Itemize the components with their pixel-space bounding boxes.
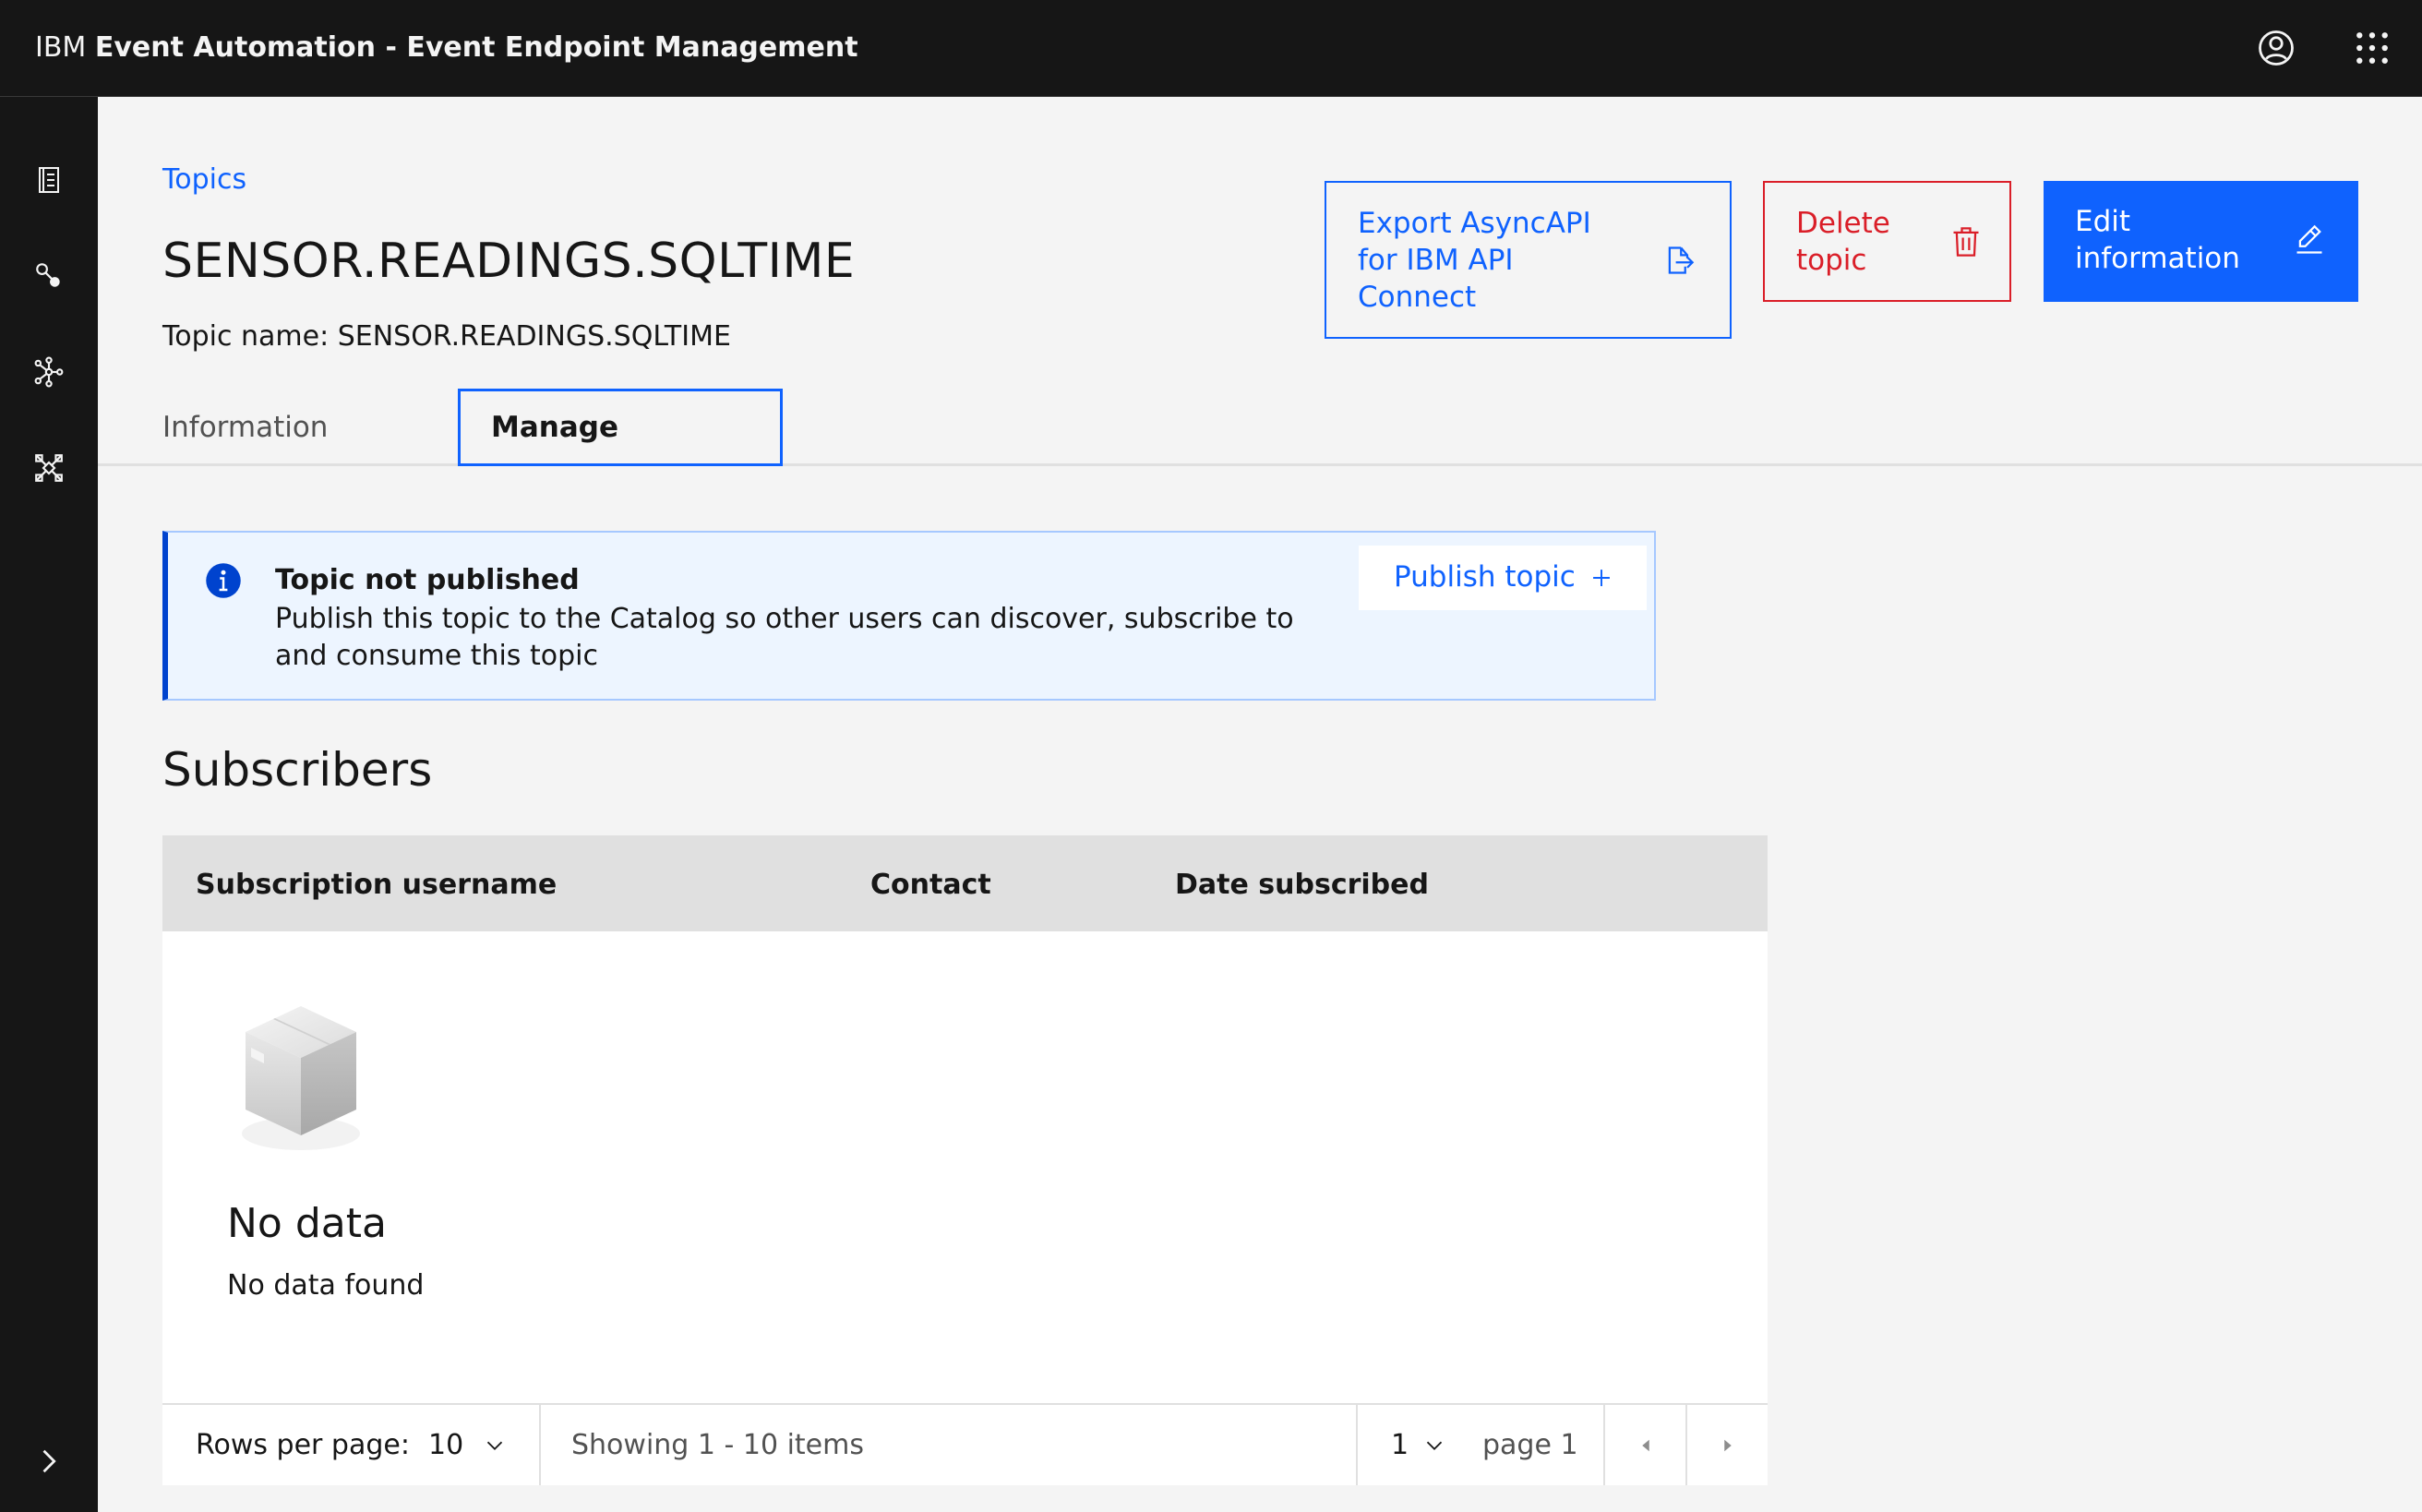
publish-topic-button[interactable]: Publish topic [1359,546,1647,610]
user-avatar-icon [2259,30,2294,66]
catalog-icon [39,167,59,193]
rows-per-page-select[interactable]: 10 [428,1405,506,1485]
pagination-divider [1356,1405,1358,1485]
export-icon [1668,246,1695,274]
next-page-button[interactable] [1687,1405,1768,1485]
tab-manage[interactable]: Manage [458,389,783,466]
previous-page-button[interactable] [1605,1405,1685,1485]
column-header-date-subscribed[interactable]: Date subscribed [1175,869,1429,901]
chevron-right-icon [42,1449,56,1473]
tab-information[interactable]: Information [162,389,328,466]
topics-icon [36,263,60,287]
sidenav-expand-button[interactable] [31,1445,65,1482]
delete-topic-button[interactable]: Delete topic [1763,181,2011,302]
table-header: Subscription username Contact Date subsc… [162,835,1768,931]
rows-per-page-label: Rows per page: [196,1429,410,1461]
app-switcher-icon [2356,32,2388,64]
controls-icon [35,454,63,482]
caret-left-icon [1641,1439,1649,1451]
publish-topic-label: Publish topic [1394,560,1576,594]
page-title: SENSOR.READINGS.SQLTIME [162,234,856,289]
empty-state-title: No data [227,1200,387,1247]
plus-icon [1593,570,1610,586]
page-number-value: 1 [1391,1429,1409,1461]
items-range-text: Showing 1 - 10 items [571,1429,864,1461]
page-label: page 1 [1482,1429,1578,1461]
edit-pencil-icon [2296,224,2322,254]
pagination: Rows per page: 10 Showing 1 - 10 items 1… [162,1403,1768,1485]
sidenav-item-controls[interactable] [25,444,73,492]
user-avatar-button[interactable] [2252,24,2300,72]
trash-icon [1953,227,1979,257]
sidenav-item-topics[interactable] [25,252,73,300]
export-asyncapi-label: Export AsyncAPI for IBM API Connect [1358,207,1591,314]
gateways-icon [34,356,64,388]
chevron-down-icon [1426,1441,1443,1450]
column-header-username[interactable]: Subscription username [196,869,557,901]
breadcrumb-topics[interactable]: Topics [162,163,246,196]
page-number-select[interactable]: 1 [1391,1405,1445,1485]
export-asyncapi-button[interactable]: Export AsyncAPI for IBM API Connect [1325,181,1732,339]
sidenav-item-catalog[interactable] [25,156,73,204]
side-nav [0,97,98,1512]
topic-tabs: Information Manage [98,381,2422,466]
pagination-divider [539,1405,541,1485]
rows-per-page-value: 10 [428,1429,464,1461]
product-name[interactable]: IBM Event Automation - Event Endpoint Ma… [35,31,858,64]
column-header-contact[interactable]: Contact [870,869,991,901]
caret-right-icon [1723,1439,1732,1451]
empty-state-text: No data found [227,1269,425,1302]
topic-not-published-notification: Topic not published Publish this topic t… [162,531,1656,701]
edit-information-label: Edit information [2075,205,2240,275]
subscribers-heading: Subscribers [162,743,433,797]
empty-box-icon [242,1006,360,1150]
delete-topic-label: Delete topic [1796,207,1890,277]
info-icon [206,563,241,598]
subscribers-table: Subscription username Contact Date subsc… [162,835,1768,1485]
notification-title: Topic not published [275,564,580,596]
chevron-down-icon [487,1441,503,1450]
brand-name: Event Automation - Event Endpoint Manage… [94,31,858,64]
app-switcher-button[interactable] [2348,24,2396,72]
topic-name-label: Topic name: SENSOR.READINGS.SQLTIME [162,320,731,353]
notification-body: Publish this topic to the Catalog so oth… [275,603,1294,672]
main-content: Topics SENSOR.READINGS.SQLTIME Topic nam… [98,97,2422,1512]
top-header: IBM Event Automation - Event Endpoint Ma… [0,0,2422,97]
edit-information-button[interactable]: Edit information [2044,181,2358,302]
brand-prefix: IBM [35,31,87,64]
sidenav-item-gateways[interactable] [25,348,73,396]
